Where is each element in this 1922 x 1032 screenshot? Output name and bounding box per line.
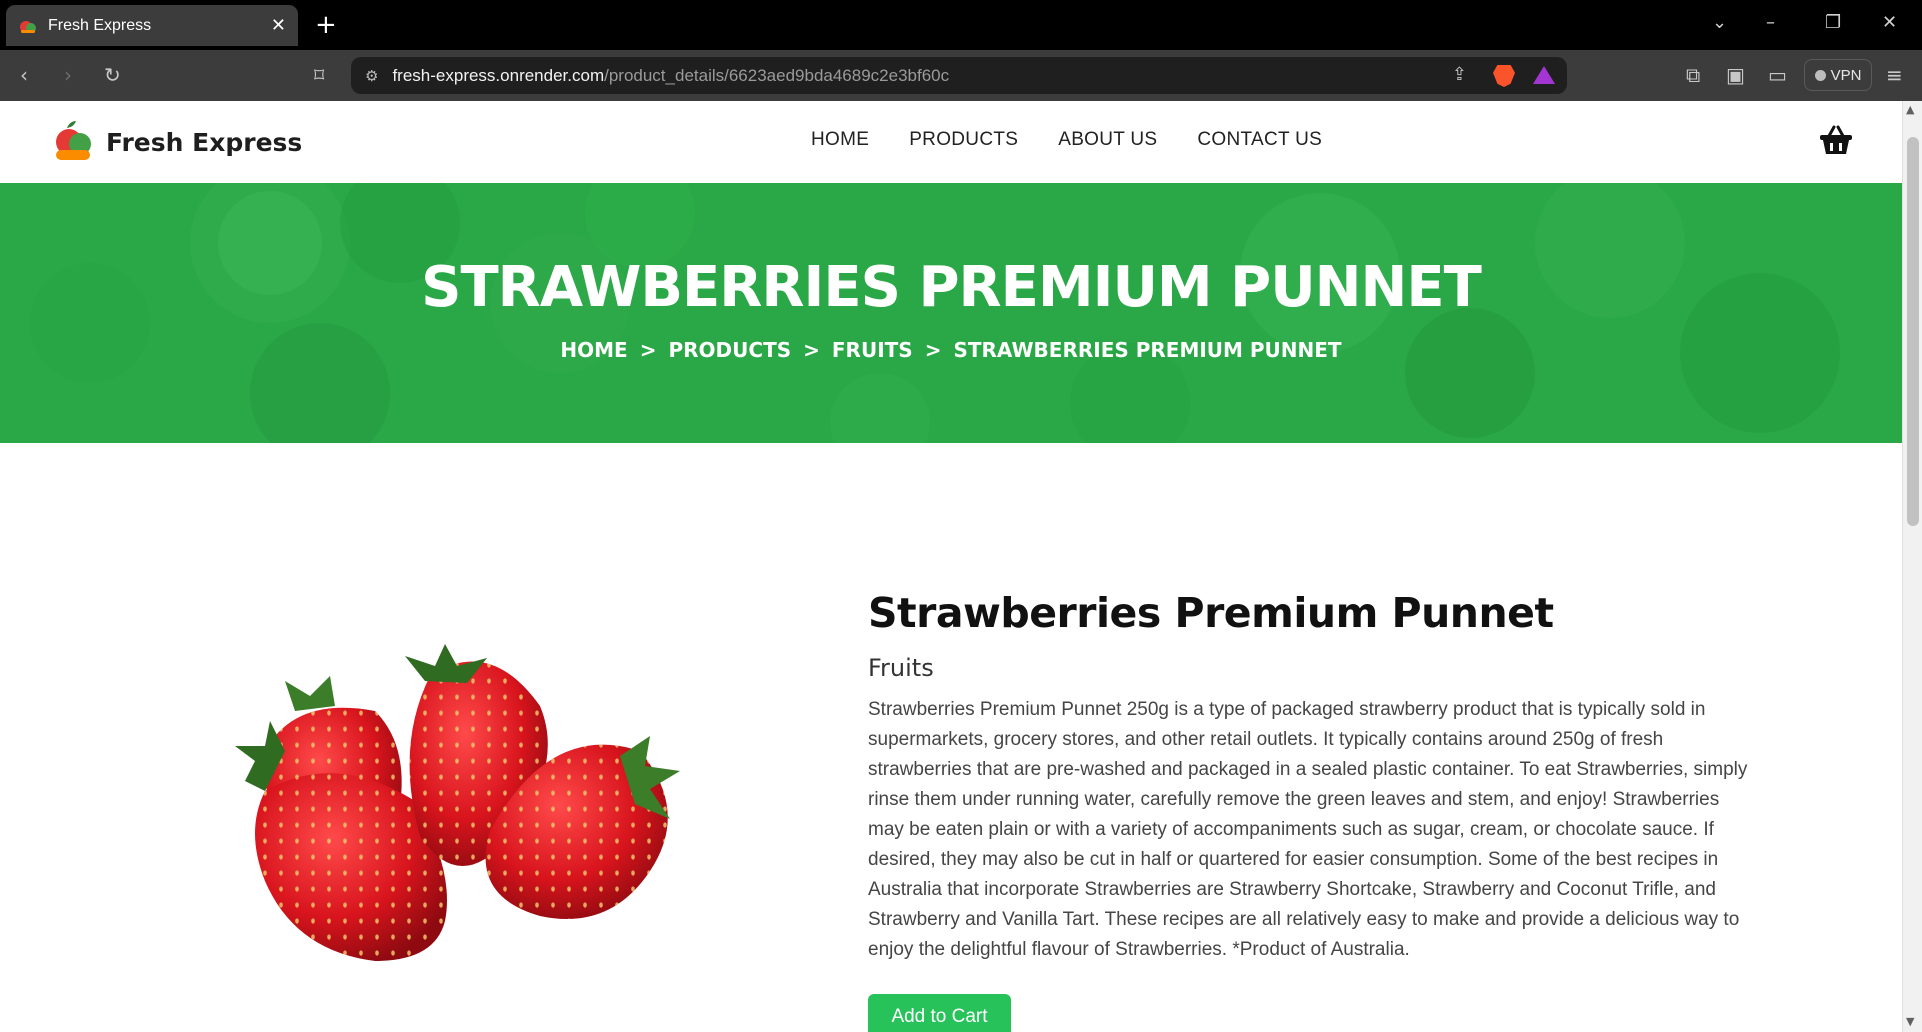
vpn-label: VPN: [1830, 66, 1862, 84]
back-icon[interactable]: ‹: [20, 64, 28, 86]
nav-home[interactable]: HOME: [811, 129, 869, 151]
product-title: Strawberries Premium Punnet: [868, 589, 1554, 637]
page-content: Fresh Express HOME PRODUCTS ABOUT US CON…: [0, 101, 1902, 1032]
add-to-cart-button[interactable]: Add to Cart: [868, 994, 1011, 1032]
bookmark-icon[interactable]: ⌑: [314, 64, 324, 86]
brand-name: Fresh Express: [106, 127, 303, 157]
site-logo[interactable]: Fresh Express: [50, 118, 302, 166]
brave-shields-icon[interactable]: [1493, 65, 1515, 87]
product-description: Strawberries Premium Punnet 250g is a ty…: [868, 699, 1748, 960]
tab-search-chevron-icon[interactable]: ⌄: [1712, 12, 1727, 33]
address-bar[interactable]: ⚙ fresh-express.onrender.com/product_det…: [351, 57, 1567, 94]
product-category: Fruits: [868, 654, 934, 682]
scroll-up-icon[interactable]: ▲: [1906, 103, 1914, 116]
nav-about-us[interactable]: ABOUT US: [1058, 129, 1157, 151]
vpn-status-icon: [1814, 69, 1826, 81]
breadcrumb-fruits[interactable]: FRUITS: [832, 338, 913, 362]
brave-rewards-icon[interactable]: [1533, 66, 1555, 84]
share-icon[interactable]: ⇪: [1452, 64, 1467, 85]
breadcrumb-products[interactable]: PRODUCTS: [668, 338, 791, 362]
browser-toolbar: ‹ › ↻ ⌑ ⚙ fresh-express.onrender.com/pro…: [0, 50, 1922, 101]
hero-banner: STRAWBERRIES PREMIUM PUNNET HOME > PRODUCT…: [0, 183, 1902, 443]
vpn-button[interactable]: VPN: [1804, 59, 1872, 91]
new-tab-icon[interactable]: +: [315, 10, 337, 40]
site-navbar: Fresh Express HOME PRODUCTS ABOUT US CON…: [0, 101, 1902, 183]
sidebar-icon[interactable]: ▣: [1726, 64, 1745, 86]
tab-close-icon[interactable]: ✕: [271, 15, 286, 36]
forward-icon[interactable]: ›: [64, 64, 72, 86]
menu-icon[interactable]: ≡: [1886, 64, 1903, 86]
breadcrumb-separator: >: [924, 338, 942, 362]
site-info-icon[interactable]: ⚙: [365, 67, 378, 85]
product-image: [235, 644, 680, 961]
breadcrumb-separator: >: [639, 338, 657, 362]
fruit-basket-logo-icon: [56, 121, 91, 160]
shopping-basket-icon[interactable]: [1819, 124, 1853, 156]
url-path: /product_details/6623aed9bda4689c2e3bf60…: [604, 65, 950, 85]
extensions-icon[interactable]: ⧉: [1686, 64, 1700, 86]
page-scrollbar[interactable]: ▲ ▼: [1902, 101, 1922, 1032]
hero-title: STRAWBERRIES PREMIUM PUNNET: [421, 255, 1482, 320]
breadcrumb-home[interactable]: HOME: [560, 338, 627, 362]
reload-icon[interactable]: ↻: [104, 64, 121, 86]
url-host: fresh-express.onrender.com: [392, 65, 605, 85]
nav-contact-us[interactable]: CONTACT US: [1197, 129, 1322, 151]
fresh-express-favicon-icon: [20, 20, 36, 33]
tab-title: Fresh Express: [48, 16, 152, 34]
nav-products[interactable]: PRODUCTS: [909, 129, 1018, 151]
scroll-down-icon[interactable]: ▼: [1906, 1015, 1914, 1028]
main-nav: HOME PRODUCTS ABOUT US CONTACT US: [811, 129, 1322, 151]
window-close-icon[interactable]: ✕: [1882, 12, 1897, 33]
restore-icon[interactable]: ❐: [1825, 12, 1841, 33]
minimize-icon[interactable]: –: [1766, 12, 1775, 33]
browser-tab-bar: Fresh Express ✕ + ⌄ – ❐ ✕: [0, 0, 1922, 50]
wallet-icon[interactable]: ▭: [1768, 64, 1787, 86]
browser-tab[interactable]: Fresh Express ✕: [6, 5, 298, 46]
breadcrumb-current: STRAWBERRIES PREMIUM PUNNET: [953, 338, 1342, 362]
scrollbar-thumb[interactable]: [1907, 137, 1919, 526]
breadcrumb: HOME > PRODUCTS > FRUITS > STRAWBERRIES PREMIU…: [0, 338, 1902, 362]
breadcrumb-separator: >: [803, 338, 820, 362]
